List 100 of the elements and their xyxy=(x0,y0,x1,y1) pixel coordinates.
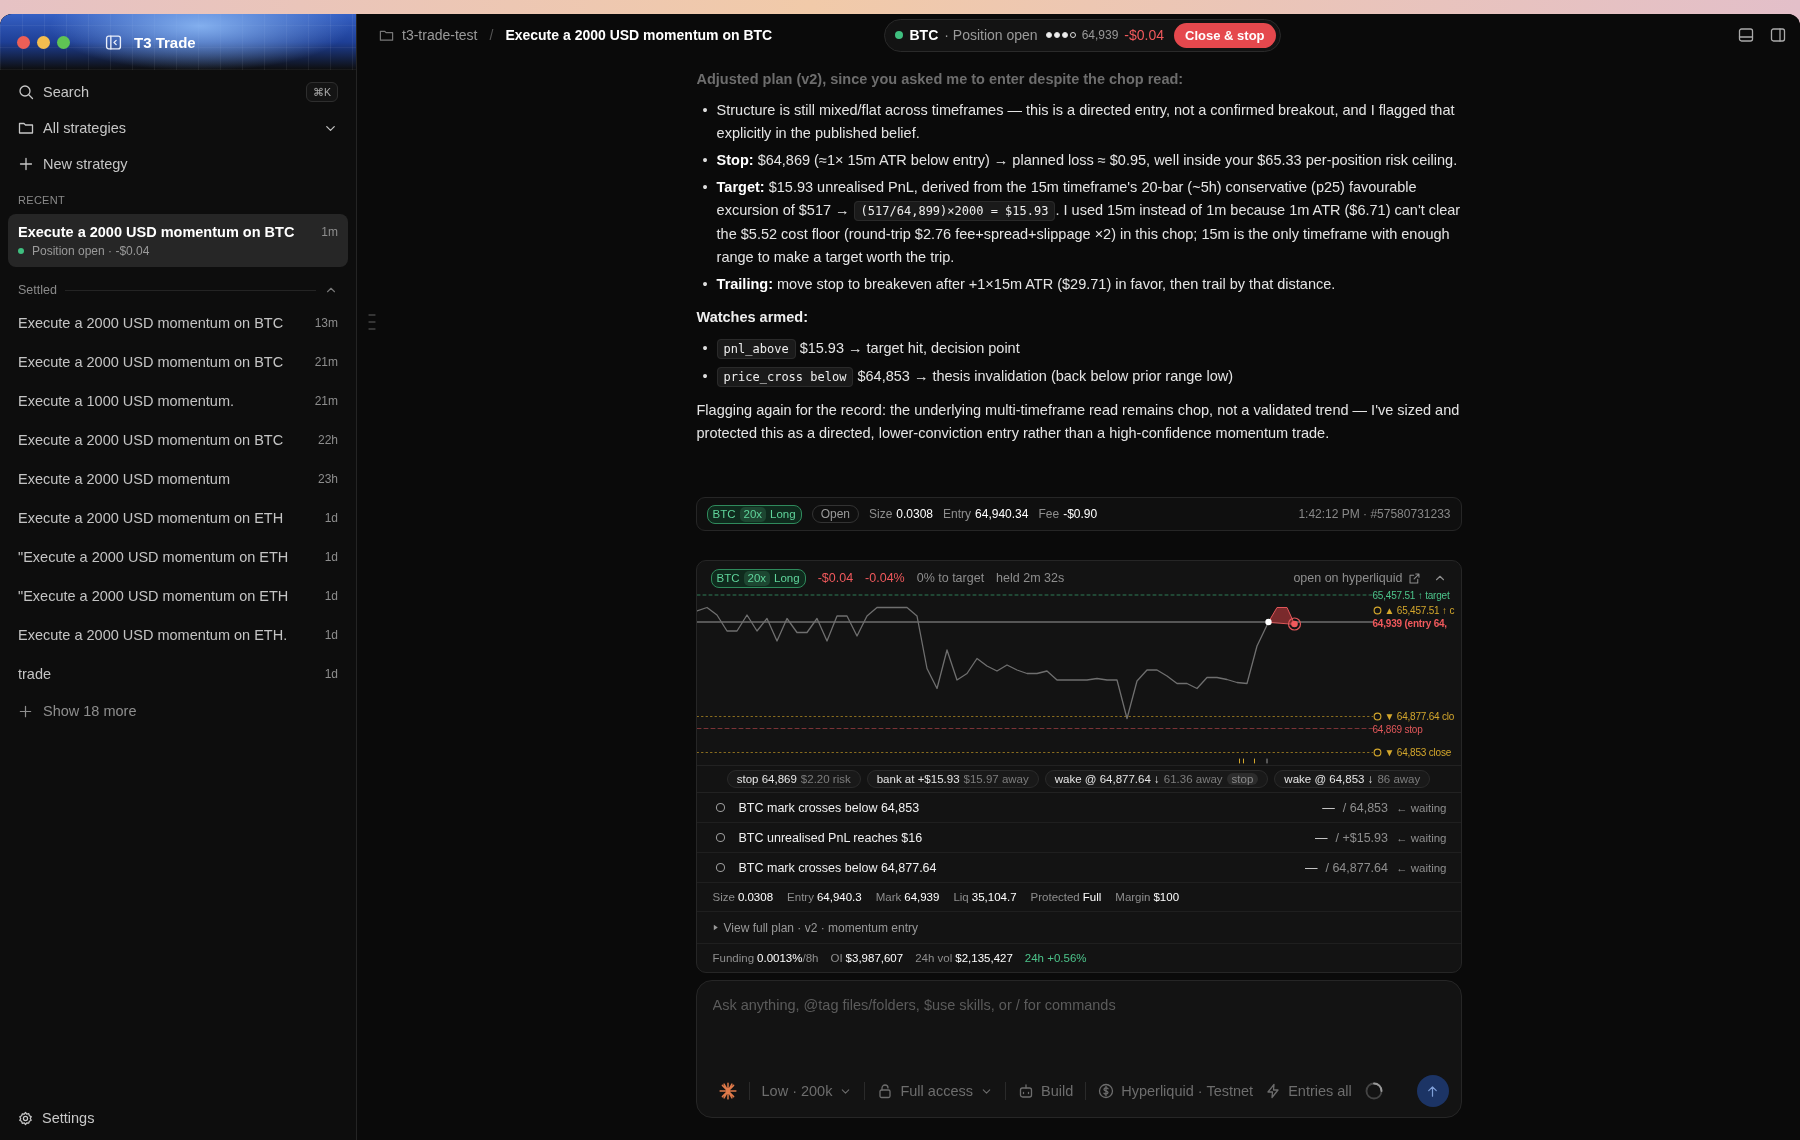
plus-icon xyxy=(18,703,33,719)
price-level-label: ▼ 64,853 close xyxy=(1384,746,1452,759)
conversation-time: 21m xyxy=(314,354,338,369)
watch-label: BTC unrealised PnL reaches $16 xyxy=(738,830,924,845)
conversation-time: 21m xyxy=(314,393,338,408)
conversation-item[interactable]: "Execute a 2000 USD momentum on ETH 1d xyxy=(8,537,348,576)
message-input[interactable]: Ask anything, @tag files/folders, $use skills, or / for commands Low · 200k Full access Build Hyperliquid · Testnet Entries all xyxy=(695,980,1462,1118)
access-dropdown[interactable]: Full access xyxy=(877,1083,993,1099)
watch-target: / 64,877.64 xyxy=(1325,860,1388,875)
sparkle-icon[interactable] xyxy=(718,1082,737,1100)
minimize-window-button[interactable] xyxy=(37,35,50,49)
bullet-marker: • xyxy=(702,367,708,386)
conversation-item[interactable]: Execute a 2000 USD momentum on BTC 13m xyxy=(8,303,348,342)
conversation-title: Execute a 1000 USD momentum. xyxy=(18,392,235,409)
pnl-value: -$0.04 xyxy=(1124,27,1165,43)
sidebar-toggle-icon[interactable] xyxy=(105,33,122,51)
conversation-time: 1m xyxy=(321,224,338,239)
side-panel-icon[interactable] xyxy=(1770,27,1786,43)
watch-target: / +$15.93 xyxy=(1335,830,1388,845)
conversation-item[interactable]: Execute a 2000 USD momentum on BTC 21m xyxy=(8,342,348,381)
section-heading: Watches armed: xyxy=(696,308,809,327)
conversation-item[interactable]: "Execute a 2000 USD momentum on ETH 1d xyxy=(8,576,348,615)
conversation-item[interactable]: Execute a 2000 USD momentum on ETH. 1d xyxy=(8,615,348,654)
ring-icon xyxy=(1372,712,1382,721)
field-value: 64,940.34 xyxy=(975,507,1029,521)
chip-detail: 86 away xyxy=(1377,773,1421,785)
symbol-label: BTC xyxy=(716,570,740,586)
view-plan-toggle[interactable]: View full plan · v2 · momentum entry xyxy=(723,920,919,935)
field-value: $3,987,607 xyxy=(845,952,904,964)
bullet-text: Stop: $64,869 (≈1× 15m ATR below entry) → planned loss ≈ $0.95, well inside your $65.33 per-position risk ceiling. xyxy=(716,151,1458,170)
conversation-title: Execute a 2000 USD momentum xyxy=(18,470,231,487)
bullet-marker: • xyxy=(702,151,708,170)
chip-label: stop 64,869 xyxy=(736,773,797,785)
shortcut-badge: ⌘K xyxy=(306,82,338,102)
settings-button[interactable]: Settings xyxy=(0,1096,356,1140)
pnl-percent: -0.04% xyxy=(865,571,905,585)
price-level-label: ▼ 64,877.64 clo xyxy=(1384,710,1455,723)
ring-icon xyxy=(1372,605,1382,615)
chip-label: wake @ 64,877.64 ↓ xyxy=(1054,773,1160,785)
field-label: Entry xyxy=(943,507,972,521)
network-button[interactable]: Hyperliquid · Testnet xyxy=(1098,1083,1254,1099)
strategies-dropdown[interactable]: All strategies xyxy=(18,113,338,143)
new-strategy-button[interactable]: New strategy xyxy=(18,149,338,179)
watch-status: ← waiting xyxy=(1396,861,1447,874)
conversation-item[interactable]: Execute a 2000 USD momentum on ETH 1d xyxy=(8,498,348,537)
mark-marker xyxy=(1287,617,1301,631)
side-label: Long xyxy=(770,506,796,522)
build-button[interactable]: Build xyxy=(1017,1083,1074,1099)
bullet-text: Structure is still mixed/flat across timeframes — this is a directed entry, not a confirmed breakout, and I flagged that explicitly in the published belief. xyxy=(716,101,1456,143)
field-label: Entry xyxy=(787,891,814,903)
drag-handle-icon[interactable] xyxy=(367,312,377,332)
watch-label: BTC mark crosses below 64,853 xyxy=(738,800,921,815)
price-change: 24h +0.56% xyxy=(1024,952,1087,964)
plus-icon xyxy=(18,156,34,172)
field-label: Size xyxy=(869,507,893,521)
ring-icon xyxy=(1372,748,1382,757)
conversation-item[interactable]: Execute a 1000 USD momentum. 21m xyxy=(8,381,348,420)
bullet-marker: • xyxy=(702,339,708,358)
conversation-title: "Execute a 2000 USD momentum on ETH xyxy=(18,587,290,604)
field-label: Fee xyxy=(1038,507,1060,521)
close-and-stop-button[interactable]: Close & stop xyxy=(1174,22,1276,48)
price-level-label: 64,939 (entry 64, xyxy=(1372,616,1447,630)
closing-paragraph: Flagging again for the record: the underlying multi-timeframe read remains chop, not a validated trend — I've sized and protected this as a directed, lower-conviction entry rather than a high-confidence momentum trade. xyxy=(696,401,1461,443)
distance-to-target: 0% to target xyxy=(916,571,985,585)
price-level-label: ▲ 65,457.51 ↑ c xyxy=(1384,603,1455,617)
field-label: Funding xyxy=(712,952,755,964)
bottom-panel-icon[interactable] xyxy=(1738,27,1754,43)
watch-status: ← waiting xyxy=(1396,831,1447,844)
field-value: 64,940.3 xyxy=(816,891,862,903)
conversation-item[interactable]: Execute a 2000 USD momentum on BTC 1m Position open · -$0.04 xyxy=(8,214,348,267)
held-duration: held 2m 32s xyxy=(996,571,1065,585)
field-value: Full xyxy=(1082,891,1102,903)
position-state: · Position open xyxy=(944,27,1038,43)
search-button[interactable]: Search xyxy=(18,77,298,107)
conversation-item[interactable]: Execute a 2000 USD momentum 23h xyxy=(8,459,348,498)
send-button[interactable] xyxy=(1416,1075,1449,1107)
show-more-button[interactable]: Show 18 more xyxy=(0,693,356,729)
conversation-title: trade xyxy=(18,665,53,682)
field-value: 35,104.7 xyxy=(971,891,1017,903)
effort-dropdown[interactable]: Low · 200k xyxy=(761,1083,853,1099)
chip-tag: stop xyxy=(1226,773,1259,785)
plan-heading: Adjusted plan (v2), since you asked me to enter despite the chop read: xyxy=(696,70,1185,89)
field-unit: /8h xyxy=(802,952,819,964)
arrow-up-icon xyxy=(1425,1083,1440,1099)
hyperliquid-link[interactable]: open on hyperliquid xyxy=(1293,571,1421,585)
zoom-window-button[interactable] xyxy=(57,35,70,49)
conversation-time: 1d xyxy=(324,510,338,525)
breadcrumb-link[interactable]: t3-trade-test xyxy=(402,27,478,43)
conversation-title: Execute a 2000 USD momentum on ETH. xyxy=(18,626,289,643)
watch-description: $64,853 → thesis invalidation (back below prior range low) xyxy=(857,368,1234,384)
close-window-button[interactable] xyxy=(17,35,30,49)
app-title: T3 Trade xyxy=(134,33,196,51)
loss-area xyxy=(1267,607,1295,625)
entries-button[interactable]: Entries all xyxy=(1265,1083,1352,1099)
bullet-text: Trailing: move stop to breakeven after +1×15m ATR ($29.71) in favor, then trail by that distance. xyxy=(716,275,1336,294)
conversation-item[interactable]: Execute a 2000 USD momentum on BTC 22h xyxy=(8,420,348,459)
conversation-item[interactable]: trade 1d xyxy=(8,654,348,693)
conversation-title: "Execute a 2000 USD momentum on ETH xyxy=(18,548,290,565)
field-label: 24h vol xyxy=(915,952,953,964)
watch-status: ← waiting xyxy=(1396,801,1447,814)
